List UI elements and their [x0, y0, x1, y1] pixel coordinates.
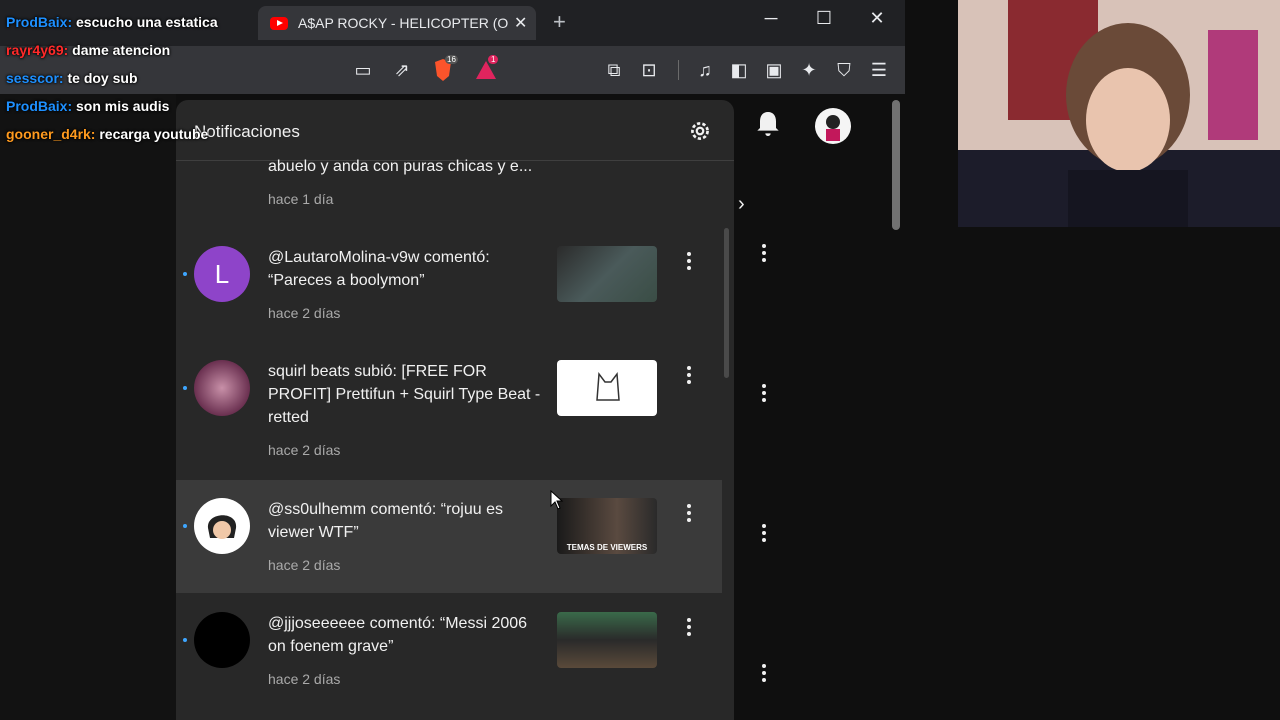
page-left-area [0, 94, 176, 720]
avatar: L [194, 246, 250, 302]
list-item[interactable]: squirl beats subió: [FREE FOR PROFIT] Pr… [176, 344, 722, 464]
menu-icon[interactable]: ☰ [867, 58, 891, 82]
list-item[interactable]: @ss0ulhemm comentó: “rojuu es viewer WTF… [176, 480, 722, 593]
chat-text: son mis audis [76, 98, 170, 114]
brave-badge: 16 [445, 55, 458, 64]
avatar [194, 612, 250, 668]
avatar[interactable] [815, 108, 851, 144]
unread-dot [183, 524, 187, 528]
more-icon[interactable] [762, 384, 766, 405]
more-icon[interactable] [687, 252, 691, 273]
maximize-icon[interactable]: ☐ [809, 8, 839, 29]
notification-time: hace 2 días [268, 442, 341, 458]
list-item[interactable]: L @LautaroMolina-v9w comentó: “Pareces a… [176, 230, 722, 330]
cursor-icon [550, 489, 564, 510]
page-scrollbar[interactable] [892, 100, 900, 230]
close-window-icon[interactable]: ✕ [862, 8, 892, 29]
unread-dot [183, 272, 187, 276]
chevron-right-icon[interactable]: › [738, 193, 745, 216]
chat-user: gooner_d4rk: [6, 126, 96, 142]
wallet-icon[interactable]: ▣ [762, 58, 786, 82]
notification-text: abuelo y anda con puras chicas y e... [268, 158, 533, 175]
chat-user: sesscor: [6, 70, 64, 86]
unread-dot [183, 638, 187, 642]
more-icon[interactable] [687, 618, 691, 639]
chat-user: ProdBaix: [6, 98, 73, 114]
more-icon[interactable] [687, 366, 691, 387]
chat-message: sesscor: te doy sub [6, 70, 138, 86]
tab-youtube[interactable]: A$AP ROCKY - HELICOPTER (Offi ✕ [258, 6, 536, 40]
notification-time: hace 2 días [268, 557, 341, 573]
music-icon[interactable]: ♫ [693, 58, 717, 82]
screenshot-icon[interactable]: ⊡ [637, 58, 661, 82]
share-icon[interactable]: ⇗ [390, 58, 414, 82]
chat-message: ProdBaix: son mis audis [6, 98, 169, 114]
leo-ai-icon[interactable]: ✦ [797, 58, 821, 82]
video-thumbnail[interactable]: TEMAS DE VIEWERS [557, 498, 657, 554]
video-thumbnail[interactable] [557, 246, 657, 302]
notification-text: @jjjoseeeeee comentó: “Messi 2006 on foe… [268, 615, 528, 655]
vpn-shield-icon[interactable]: ⛉ [832, 58, 856, 82]
notification-text: squirl beats subió: [FREE FOR PROFIT] Pr… [268, 363, 541, 426]
chat-message: rayr4y69: dame atencion [6, 42, 170, 58]
brave-shields-icon[interactable]: 16 [432, 55, 458, 82]
more-icon[interactable] [762, 244, 766, 265]
more-icon[interactable] [687, 504, 691, 525]
minimize-icon[interactable]: ─ [756, 8, 786, 29]
brave-rewards-icon[interactable]: 1 [474, 55, 499, 82]
more-icon[interactable] [762, 664, 766, 685]
gear-icon[interactable] [687, 118, 713, 144]
thumbnail-caption: TEMAS DE VIEWERS [566, 543, 648, 552]
extensions-icon[interactable]: ⧉ [602, 58, 626, 82]
video-thumbnail[interactable] [557, 360, 657, 416]
panel-title: Notificaciones [194, 122, 300, 141]
notification-time: hace 2 días [268, 305, 341, 321]
more-icon[interactable] [762, 524, 766, 545]
notification-time: hace 1 día [268, 191, 334, 207]
page-right-area: › [722, 94, 905, 720]
new-tab-icon[interactable]: + [553, 9, 566, 35]
notification-time: hace 2 días [268, 671, 341, 687]
notification-text: @ss0ulhemm comentó: “rojuu es viewer WTF… [268, 501, 503, 541]
cast-icon[interactable]: ▭ [351, 58, 375, 82]
sidebar-icon[interactable]: ◧ [727, 58, 751, 82]
avatar [194, 360, 250, 416]
avatar [194, 498, 250, 554]
notifications-panel: Notificaciones abuelo y anda con puras c… [176, 100, 734, 720]
chat-message: ProdBaix: escucho una estatica [6, 14, 218, 30]
chat-user: ProdBaix: [6, 14, 73, 30]
chat-text: dame atencion [72, 42, 171, 58]
youtube-icon [270, 16, 288, 30]
bell-icon[interactable] [752, 108, 784, 140]
chat-text: te doy sub [67, 70, 138, 86]
chat-text: escucho una estatica [76, 14, 218, 30]
chat-message: gooner_d4rk: recarga youtube [6, 126, 208, 142]
chat-text: recarga youtube [99, 126, 209, 142]
panel-header: Notificaciones [176, 100, 734, 161]
panel-scrollbar[interactable] [724, 228, 729, 378]
close-tab-icon[interactable]: ✕ [514, 13, 527, 33]
toolbar-divider [678, 60, 679, 80]
list-item[interactable]: abuelo y anda con puras chicas y e... ha… [176, 155, 722, 217]
chat-user: rayr4y69: [6, 42, 69, 58]
video-thumbnail[interactable] [557, 612, 657, 668]
unread-dot [183, 386, 187, 390]
list-item[interactable]: @jjjoseeeeee comentó: “Messi 2006 on foe… [176, 596, 722, 706]
notification-text: @LautaroMolina-v9w comentó: “Pareces a b… [268, 249, 490, 289]
tab-title: A$AP ROCKY - HELICOPTER (Offi [298, 15, 508, 31]
webcam-feed [958, 0, 1280, 227]
